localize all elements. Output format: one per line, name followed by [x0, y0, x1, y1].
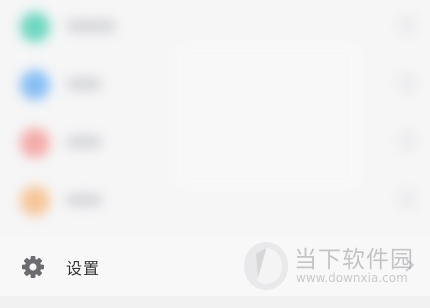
watermark-logo: [244, 242, 288, 290]
watermark-name: 当下软件园: [294, 247, 414, 273]
bottom-strip: [0, 296, 430, 308]
menu-item[interactable]: [0, 174, 430, 232]
menu-item[interactable]: [0, 58, 430, 116]
chevron-right-icon: [396, 130, 418, 152]
gear-icon: [22, 256, 44, 278]
teal-circle-icon: [20, 12, 50, 42]
watermark: 当下软件园 www.downxia.com: [242, 238, 414, 294]
chevron-right-icon: [396, 188, 418, 210]
orange-circle-icon: [20, 186, 50, 216]
chevron-right-icon: [396, 14, 418, 36]
menu-item[interactable]: [0, 0, 430, 58]
watermark-url: www.downxia.com: [296, 271, 408, 285]
app-screen: 设置 当下软件园 www.downxia.com: [0, 0, 430, 308]
menu-item[interactable]: [0, 116, 430, 174]
blue-circle-icon: [20, 70, 50, 100]
chevron-right-icon: [396, 72, 418, 94]
red-circle-icon: [20, 128, 50, 158]
blurred-menu-list: [0, 0, 430, 232]
settings-label: 设置: [66, 259, 101, 278]
